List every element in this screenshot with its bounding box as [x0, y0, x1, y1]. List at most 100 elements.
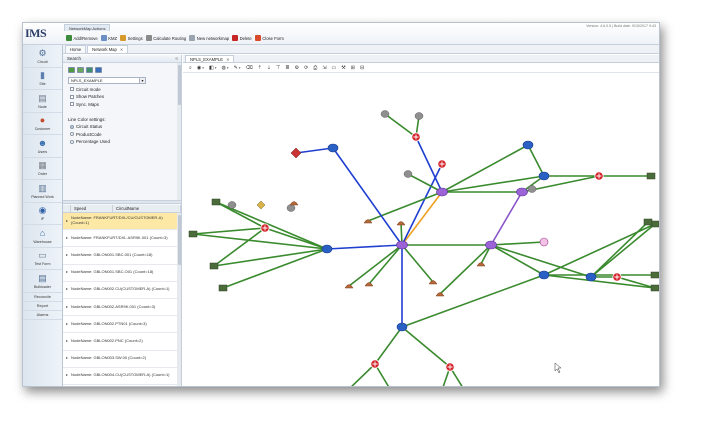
network-node-customer[interactable] — [227, 201, 237, 209]
new-networkmap-button[interactable]: New networkmap — [189, 35, 229, 41]
print-icon[interactable]: ⎙ — [313, 65, 317, 71]
search-panel-scrollbar[interactable] — [177, 63, 181, 200]
table-row[interactable]: ▸ NodeName: FRANKFURT/DXL.ASR9K.001 (Coun… — [63, 230, 181, 248]
checkbox-box[interactable] — [70, 87, 74, 91]
table-row[interactable]: ▸ NodeName: FRANKFURT/DXL/CU/CUSTOMER-A) … — [63, 213, 181, 231]
network-node-cpe[interactable] — [476, 262, 486, 267]
download-icon[interactable]: ⇣ — [267, 65, 271, 71]
save-icon[interactable] — [95, 67, 102, 73]
scroll-thumb[interactable] — [177, 215, 181, 265]
grid-scrollbar[interactable] — [177, 213, 181, 386]
expand-row-icon[interactable]: ▸ — [63, 304, 71, 310]
panel-splitter[interactable] — [63, 200, 181, 204]
list-icon[interactable]: ≣ — [285, 65, 289, 71]
table-row[interactable]: ▸ NodeName: GBLON004.CU(CUSTOMER-A) (Coun… — [63, 368, 181, 385]
radio-product-code[interactable]: ProductCode — [70, 132, 181, 137]
expand-row-icon[interactable]: ▸ — [63, 287, 71, 292]
upload-icon[interactable]: ⇡ — [258, 65, 262, 71]
expand-icon[interactable]: ⊞ — [351, 65, 355, 71]
nav-item-reconcile[interactable]: Reconcile — [23, 293, 62, 302]
network-node-router[interactable] — [538, 171, 550, 181]
network-node-customer[interactable] — [380, 110, 390, 118]
network-node-cpe[interactable] — [344, 284, 354, 289]
network-node-router[interactable] — [522, 140, 534, 150]
network-node-device[interactable] — [188, 230, 198, 238]
network-node-cpe[interactable] — [428, 280, 438, 285]
radio-button[interactable] — [70, 139, 74, 144]
eraser-icon[interactable]: ⌫ — [246, 65, 253, 71]
page-icon[interactable]: ▭ — [332, 65, 337, 71]
collapse-panel-icon[interactable]: « — [175, 56, 178, 62]
expand-row-icon[interactable]: ▸ — [63, 355, 71, 361]
filter-icon[interactable]: ◍ ▾ — [221, 65, 228, 71]
table-row[interactable]: ▸ NodeName: GBLON003.SW.00 (Count=2) — [63, 351, 181, 368]
network-node-device[interactable] — [209, 262, 219, 270]
expand-row-icon[interactable]: ▸ — [63, 338, 71, 344]
calculate-routing-button[interactable]: Calculate Routing — [145, 35, 186, 41]
network-node-device[interactable] — [646, 172, 656, 180]
close-form-button[interactable]: Close Form — [254, 35, 284, 41]
close-tab-icon[interactable]: ✕ — [120, 47, 123, 52]
network-node-device[interactable] — [643, 218, 653, 226]
tab-home[interactable]: Home — [65, 45, 87, 53]
table-row[interactable]: ▸ NodeName: GBLON002.CU(CUSTOMER-A) (Coun… — [63, 282, 181, 299]
tab-network-map[interactable]: Network Map ✕ — [87, 45, 129, 53]
checkbox-box[interactable] — [70, 102, 74, 106]
view-icon[interactable]: ◉ ▾ — [197, 65, 204, 71]
network-node-router[interactable] — [538, 270, 550, 280]
checkbox-box[interactable] — [70, 94, 74, 99]
settings-button[interactable]: Settings — [120, 35, 143, 41]
network-map-select[interactable]: NPLS_EXAMPLE ▾ — [68, 77, 146, 84]
radio-circuit-status[interactable]: Circuit Status — [70, 124, 181, 129]
network-node-customer[interactable] — [414, 112, 424, 120]
add-remove-button[interactable]: Add/Remove — [66, 35, 98, 41]
kmz-button[interactable]: KMZ — [100, 35, 117, 41]
expand-row-icon[interactable]: ▸ — [63, 218, 71, 224]
table-row[interactable]: ▸NodeName: GBLON004.SW.00 (Count=4) — [63, 385, 181, 386]
expand-row-icon[interactable]: ▸ — [63, 235, 71, 241]
network-node-router[interactable] — [327, 143, 339, 153]
expand-row-icon[interactable]: ▸ — [63, 373, 71, 378]
expand-row-icon[interactable]: ▸ — [63, 269, 71, 275]
network-node-cpe[interactable] — [435, 292, 445, 297]
checkbox-sync-maps[interactable]: Sync. Maps — [70, 102, 181, 107]
network-node-cpe[interactable] — [396, 221, 406, 226]
nav-item-customer[interactable]: ● Customer — [23, 113, 62, 135]
nav-item-circuit[interactable]: ⚙ Circuit — [23, 45, 62, 68]
add-icon[interactable] — [68, 67, 75, 73]
chevron-down-icon[interactable]: ▾ — [202, 66, 204, 70]
chevron-down-icon[interactable]: ▾ — [227, 66, 229, 70]
network-node-warning[interactable] — [256, 200, 266, 210]
draw-icon[interactable]: ✎ ▾ — [234, 65, 241, 71]
network-node-device[interactable] — [650, 271, 659, 279]
nav-item-node[interactable]: ▤ Node — [23, 90, 62, 113]
nav-item-alarms[interactable]: Alarms — [23, 311, 62, 320]
network-node-hub[interactable] — [396, 240, 408, 250]
expand-row-icon[interactable]: ▸ — [63, 252, 71, 258]
network-node-router[interactable] — [321, 244, 333, 254]
table-row[interactable]: ▸ NodeName: GBLON002.ASR9K.001 (Count=3) — [63, 299, 181, 317]
tab-npls-example[interactable]: NPLS_EXAMPLE ✕ — [185, 55, 235, 62]
table-row[interactable]: ▸ NodeName: GBLON001.SBC.O01 (Count=18) — [63, 265, 181, 282]
table-row[interactable]: ▸ NodeName: GBLON002.PTN01 (Count=3) — [63, 316, 181, 334]
export-icon[interactable]: ⇲ — [322, 65, 326, 71]
nav-item-order[interactable]: ▦ Order — [23, 158, 62, 180]
column-header-speed[interactable]: Speed — [71, 205, 113, 212]
network-node-alarm[interactable] — [290, 147, 302, 159]
close-tab-icon[interactable]: ✕ — [226, 57, 229, 62]
network-node-pending[interactable] — [539, 237, 549, 247]
nav-item-ip[interactable]: ◉ IP — [23, 203, 62, 225]
network-node-hub[interactable] — [485, 240, 497, 250]
refresh-icon[interactable]: ⟳ — [304, 65, 308, 71]
network-node-device[interactable] — [211, 198, 221, 206]
checkbox-circuit-mode[interactable]: Circuit mode — [70, 87, 181, 92]
map-icon[interactable] — [86, 67, 93, 73]
expand-row-icon[interactable]: ▸ — [63, 321, 71, 327]
chevron-down-icon[interactable]: ▾ — [139, 78, 145, 83]
scroll-thumb[interactable] — [177, 65, 181, 105]
network-node-cpe[interactable] — [289, 201, 299, 206]
ribbon-tab-networkmap-actions[interactable]: NetworkMap Actions — [64, 24, 111, 31]
chevron-down-icon[interactable]: ▾ — [215, 66, 217, 70]
table-row[interactable]: ▸ NodeName: GBLON001.SBC.001 (Count=18) — [63, 247, 181, 265]
collapse-icon[interactable]: ⊟ — [360, 65, 364, 71]
